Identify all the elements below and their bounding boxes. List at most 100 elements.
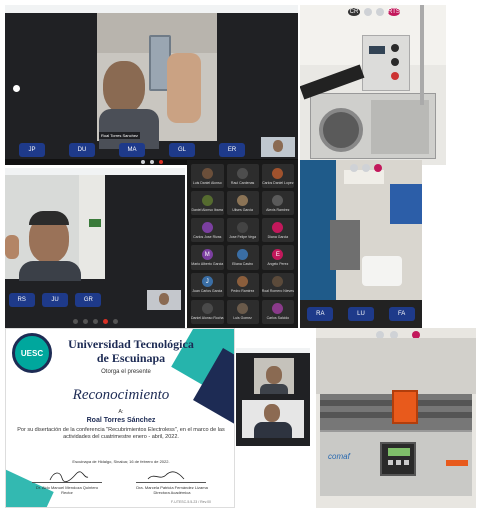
- menu-icon[interactable]: [13, 85, 20, 92]
- participant-avatar[interactable]: RA: [307, 307, 334, 321]
- certificate: UESC Universidad Tecnológica de Escuinap…: [5, 328, 235, 508]
- participant-avatar-icon: [272, 221, 284, 233]
- end-call-icon[interactable]: [102, 318, 108, 324]
- control-panel[interactable]: [380, 442, 416, 476]
- more-icon[interactable]: [362, 164, 370, 172]
- participant-tile[interactable]: M Mario Alberto Garcia: [191, 245, 224, 270]
- participant-name: Eliana Castro: [232, 262, 254, 267]
- participant-tile[interactable]: E Angelo Perez: [261, 245, 294, 270]
- participant-tile[interactable]: Jose Felipe Vega: [226, 218, 259, 243]
- participant-tile[interactable]: Alexis Ramirez: [261, 191, 294, 216]
- camera-badge[interactable]: CR: [348, 8, 360, 16]
- participant-avatar-icon: [201, 167, 213, 179]
- participant-name: Daniel Alonso Ibarra: [191, 207, 224, 212]
- speaker-name-tag: Roal Torres Sanchez: [99, 132, 141, 139]
- participant-tile[interactable]: Diana Garcia: [261, 218, 294, 243]
- participant-name: Diana Garcia: [267, 234, 289, 239]
- participant-tile[interactable]: Pedro Ramirez: [226, 272, 259, 297]
- university-logo: UESC: [12, 333, 52, 373]
- mic-off-icon[interactable]: [364, 8, 372, 16]
- participant-name: Carlos Daniel Lopez: [262, 180, 294, 185]
- mic-icon[interactable]: [140, 160, 145, 164]
- call-controls: [5, 316, 185, 326]
- signature-scribble: [147, 471, 185, 480]
- participant-name: Alexis Ramirez: [266, 207, 290, 212]
- participant-name: Carlos Jose Rivas: [193, 234, 222, 239]
- participant-tile[interactable]: Luis Daniel Alonso: [191, 164, 224, 189]
- lab-video: [300, 160, 422, 300]
- participant-tile[interactable]: Luis Gomez: [226, 299, 259, 324]
- call-screenshot-top-right: CR RTS: [300, 5, 446, 165]
- participant-tile[interactable]: Eliana Castro: [226, 245, 259, 270]
- participant-avatar-icon: [201, 303, 213, 315]
- participant-avatar-icon: [272, 167, 284, 179]
- participant-avatar-icon: [237, 167, 249, 179]
- main-video: Roal Torres Sanchez: [97, 13, 217, 149]
- participant-avatar[interactable]: JU: [41, 293, 68, 307]
- participant-avatar[interactable]: GL: [169, 143, 195, 157]
- end-call-icon[interactable]: [158, 160, 163, 164]
- participant-tile[interactable]: Carlos Daniel Lopez: [261, 164, 294, 189]
- certificate-body: Por su disertación de la conferencia "Re…: [17, 427, 225, 440]
- institution-name: Universidad Tecnológica de Escuinapa: [68, 337, 194, 365]
- signature-scribble: [49, 471, 89, 483]
- participant-tile[interactable]: Roal Romero Nieves: [261, 272, 294, 297]
- participant-strip: RA LU FA: [300, 306, 422, 322]
- host-badge-icon[interactable]: [374, 164, 382, 172]
- more-icon[interactable]: [376, 8, 384, 16]
- share-icon[interactable]: [92, 318, 98, 324]
- participant-tile[interactable]: Carlos Jose Rivas: [191, 218, 224, 243]
- place-date: Escuinapa de Hidalgo, Sinaloa; 16 de feb…: [72, 459, 170, 464]
- participant-avatar-icon: [237, 221, 249, 233]
- participant-tile[interactable]: Carlos Salcido: [261, 299, 294, 324]
- participant-strip: RS JU GR: [5, 292, 105, 308]
- call-screenshot-top-left: Roal Torres Sanchez JP DU MA GL ER: [5, 5, 298, 165]
- participant-avatar[interactable]: FA: [388, 307, 415, 321]
- mic-icon[interactable]: [350, 164, 358, 172]
- recipient-name: Roal Torres Sánchez: [86, 417, 156, 424]
- participant-avatar-icon: J: [201, 276, 213, 288]
- camera-icon[interactable]: [82, 318, 88, 324]
- signatory-2-role: Directora Académica: [153, 490, 191, 495]
- participant-name: Luis Daniel Alonso: [192, 180, 222, 185]
- participant-tile[interactable]: Daniel Alonso Ibarra: [191, 191, 224, 216]
- call-screenshot-bottom-middle: [236, 348, 310, 446]
- participant-tile[interactable]: Raul Cardenas: [226, 164, 259, 189]
- camera-icon[interactable]: [149, 160, 154, 164]
- polishing-machine: [310, 93, 436, 159]
- participant-avatar[interactable]: JP: [19, 143, 45, 157]
- video-tile-1: [254, 358, 294, 394]
- participant-avatar-icon: E: [272, 249, 284, 261]
- window-titlebar: [5, 168, 185, 175]
- participant-avatar[interactable]: GR: [75, 293, 102, 307]
- participant-name: Roal Romero Nieves: [261, 289, 294, 294]
- participant-name: Daniel Alonso Rocha: [191, 316, 224, 321]
- participant-tile[interactable]: Ulises Garcia: [226, 191, 259, 216]
- participant-avatar[interactable]: LU: [347, 307, 374, 321]
- signature-1: [32, 469, 102, 483]
- participant-grid: Luis Daniel Alonso Raul Cardenas Carlos Da…: [187, 160, 298, 328]
- video-tile-2: [242, 400, 304, 438]
- orange-sample-holder: [392, 390, 418, 424]
- call-screenshot-middle-left: RS JU GR: [5, 168, 185, 328]
- call-screenshot-middle-right: RA LU FA: [300, 160, 422, 328]
- window-titlebar: [236, 348, 310, 353]
- to-label: A:: [118, 409, 124, 415]
- window-titlebar: [5, 5, 298, 13]
- gallery-view: Luis Daniel Alonso Raul Cardenas Carlos Da…: [187, 160, 298, 328]
- participant-avatar[interactable]: ER: [219, 143, 245, 157]
- participant-avatar[interactable]: DU: [69, 143, 95, 157]
- participant-name: Luis Gomez: [233, 316, 252, 321]
- signature-2: [136, 469, 206, 483]
- host-badge[interactable]: RTS: [388, 8, 400, 16]
- machine-body: comaf: [320, 430, 472, 496]
- participant-avatar-icon: [272, 194, 284, 206]
- chat-icon[interactable]: [112, 318, 118, 324]
- participant-avatar[interactable]: RS: [8, 293, 35, 307]
- mic-icon[interactable]: [72, 318, 78, 324]
- participant-tile[interactable]: J Juan Carlos Garcia: [191, 272, 224, 297]
- participant-name: Angelo Perez: [267, 262, 289, 267]
- award-title: Reconocimiento: [72, 387, 170, 403]
- participant-avatar[interactable]: MA: [119, 143, 145, 157]
- participant-tile[interactable]: Daniel Alonso Rocha: [191, 299, 224, 324]
